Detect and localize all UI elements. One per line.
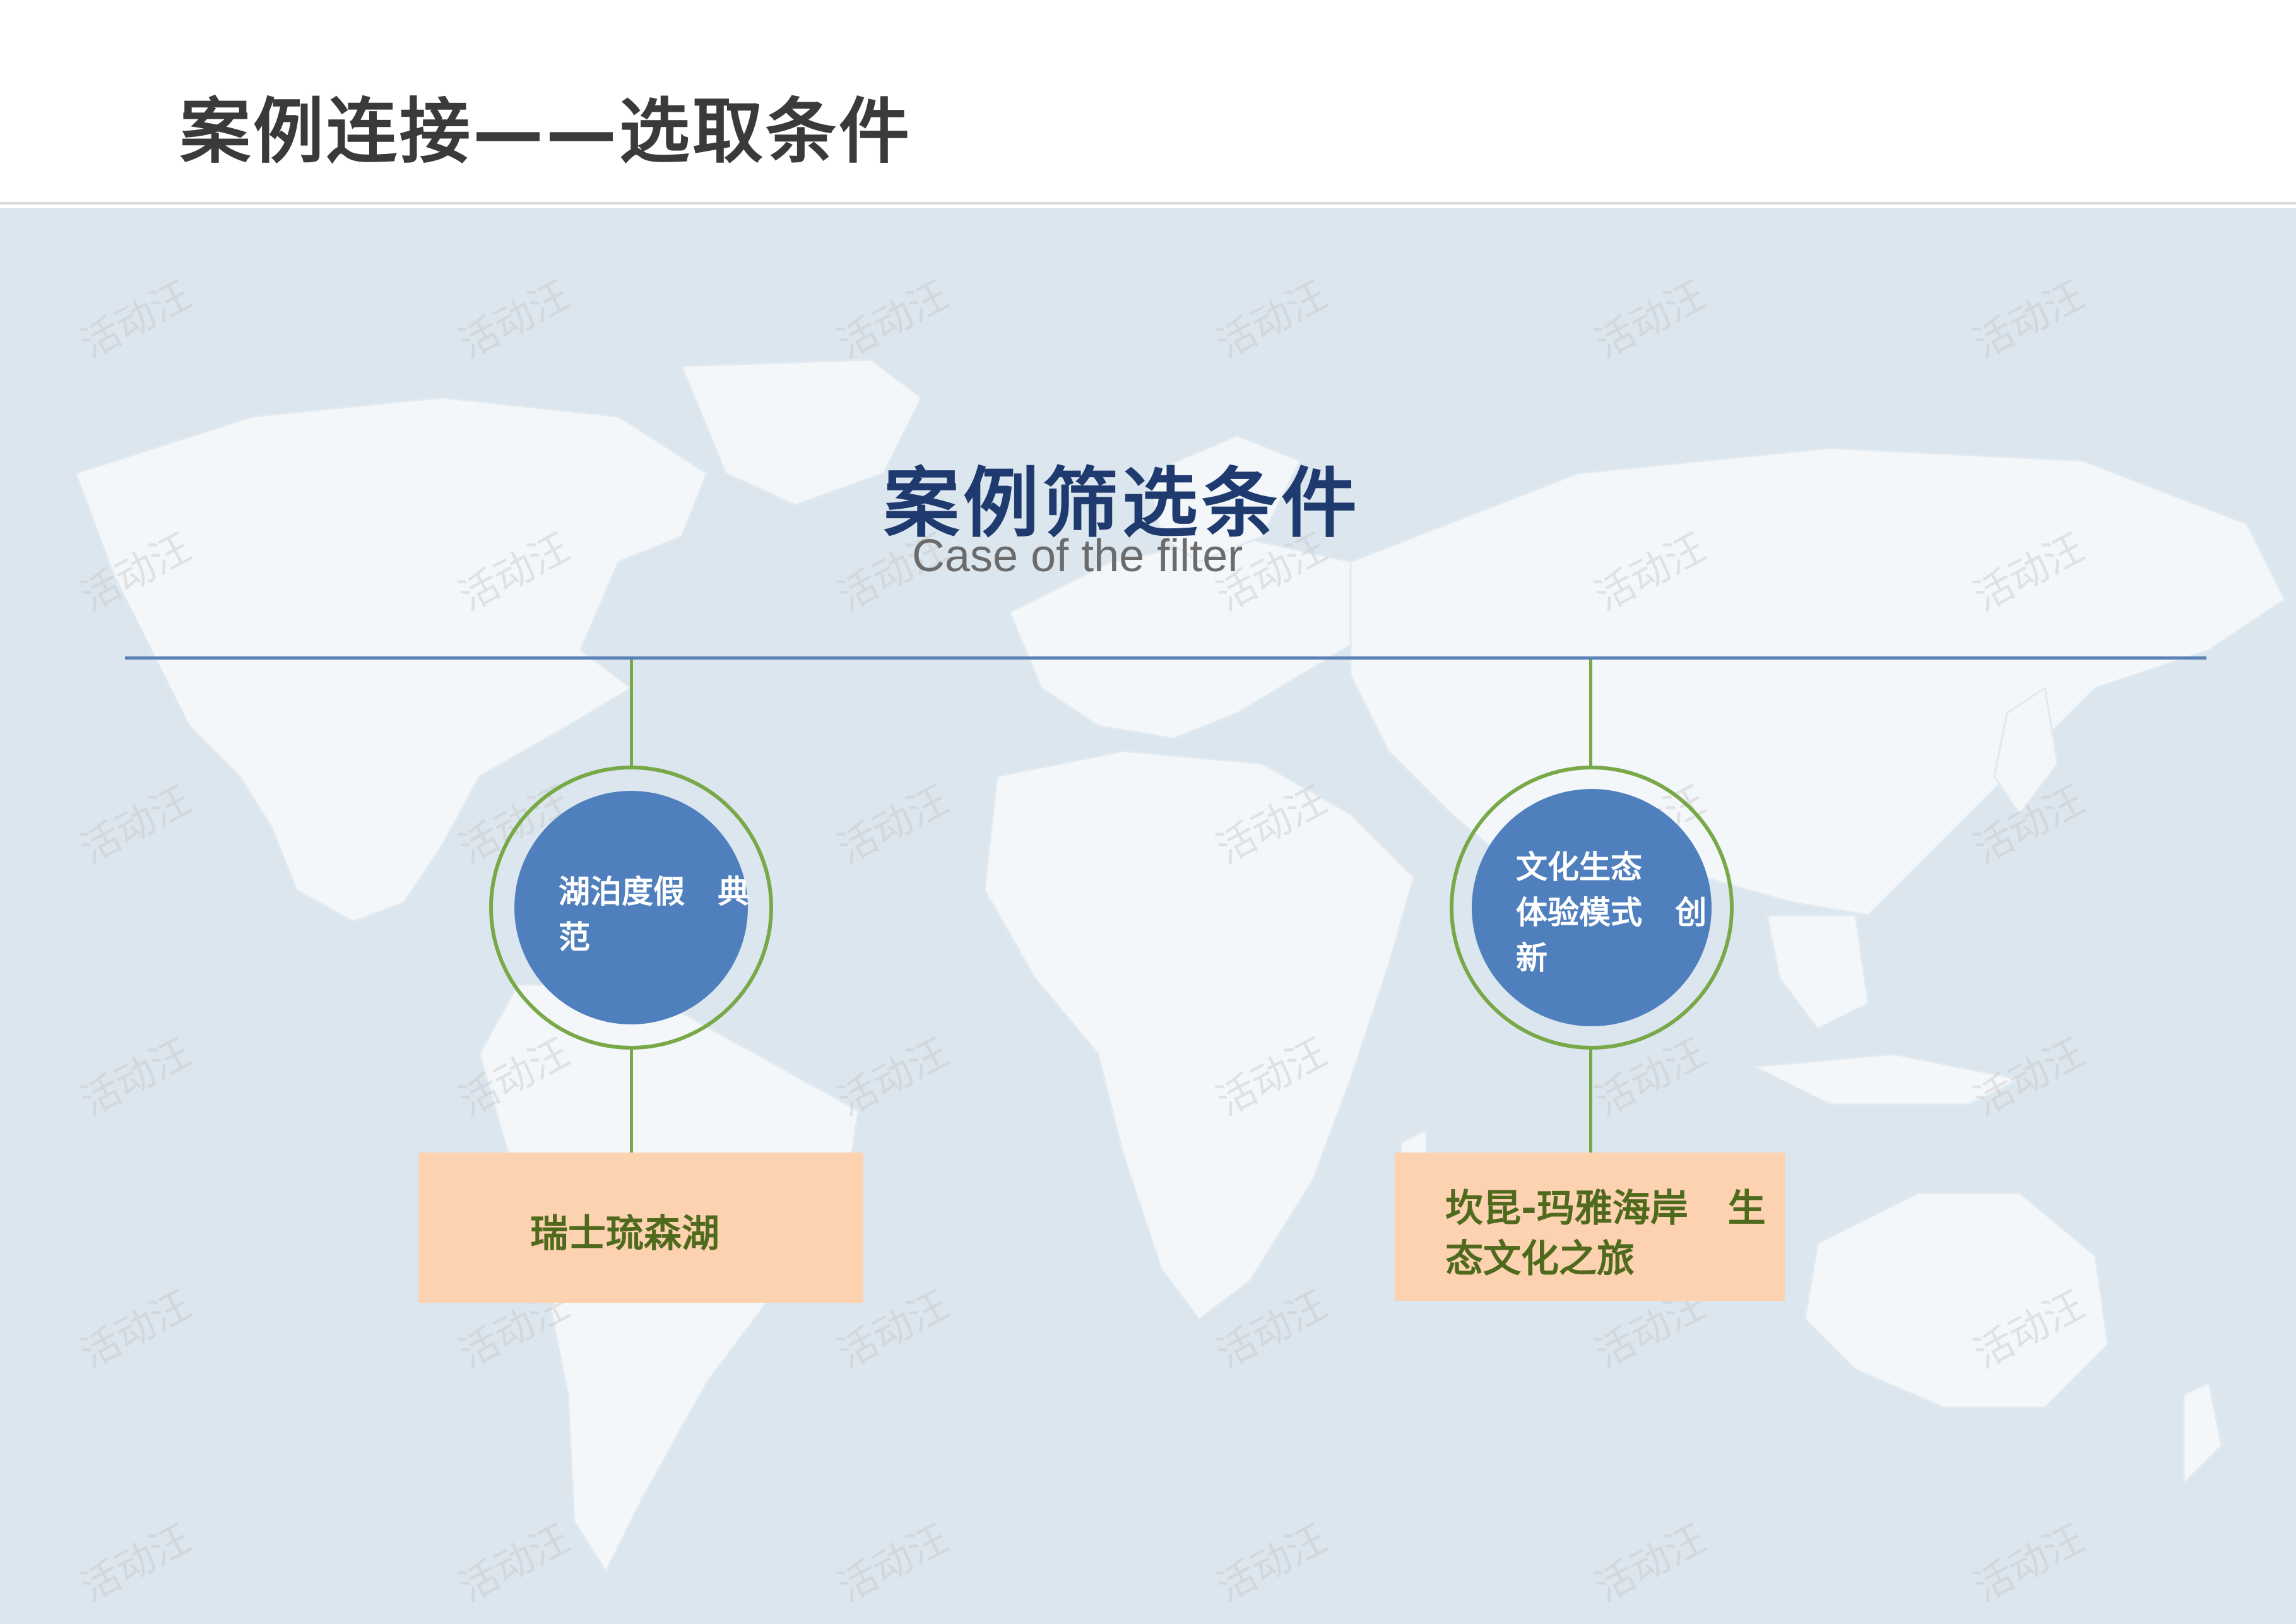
timeline-line <box>125 656 2206 660</box>
watermark: 活动汪 <box>1209 271 1334 368</box>
watermark: 活动汪 <box>1209 776 1334 873</box>
watermark: 活动汪 <box>830 1281 956 1378</box>
watermark: 活动汪 <box>1587 271 1713 368</box>
watermark: 活动汪 <box>1587 1029 1713 1125</box>
watermark: 活动汪 <box>451 271 577 368</box>
watermark: 活动汪 <box>1209 1515 1334 1611</box>
watermark: 活动汪 <box>1587 524 1713 620</box>
watermark: 活动汪 <box>73 1281 198 1378</box>
connector-line <box>1589 1050 1592 1157</box>
watermark: 活动汪 <box>1966 271 2092 368</box>
watermark: 活动汪 <box>1966 1515 2092 1611</box>
watermark: 活动汪 <box>73 524 198 620</box>
watermark: 活动汪 <box>1966 1029 2092 1125</box>
header-bar: 案例连接——选取条件 <box>0 0 2296 202</box>
watermark: 活动汪 <box>830 1029 956 1125</box>
watermark: 活动汪 <box>451 1515 577 1611</box>
watermark: 活动汪 <box>451 524 577 620</box>
world-map-icon <box>74 359 2286 1574</box>
connector-line <box>630 1050 633 1157</box>
section-subtitle: Case of the filter <box>912 531 1243 581</box>
case-box-label: 坎昆-玛雅海岸 生 态文化之旅 <box>1445 1187 1766 1281</box>
watermark: 活动汪 <box>73 1029 198 1125</box>
watermark: 活动汪 <box>1966 776 2092 873</box>
node-circle-label: 文化生态 体验模式 创 新 <box>1516 849 1707 976</box>
watermark: 活动汪 <box>830 776 956 873</box>
header-divider <box>0 202 2296 204</box>
watermark: 活动汪 <box>73 271 198 368</box>
connector-line <box>630 660 633 767</box>
connector-line <box>1589 660 1592 767</box>
watermark: 活动汪 <box>451 1029 577 1125</box>
watermark: 活动汪 <box>73 776 198 873</box>
watermark: 活动汪 <box>830 271 956 368</box>
watermark: 活动汪 <box>1966 1281 2092 1378</box>
watermark: 活动汪 <box>451 1281 577 1378</box>
case-box-label: 瑞士琉森湖 <box>530 1212 719 1256</box>
world-map-background: 活动汪 活动汪 活动汪 活动汪 活动汪 活动汪 活动汪 活动汪 活动汪 活动汪 … <box>0 208 2296 1624</box>
watermark: 活动汪 <box>73 1515 198 1611</box>
page-title: 案例连接——选取条件 <box>180 91 912 173</box>
watermark: 活动汪 <box>1966 524 2092 620</box>
watermark: 活动汪 <box>1209 1029 1334 1125</box>
watermark: 活动汪 <box>1587 1515 1713 1611</box>
watermark: 活动汪 <box>830 1515 956 1611</box>
node-circle-label: 湖泊度假 典 范 <box>559 874 750 956</box>
watermark: 活动汪 <box>1587 1281 1713 1378</box>
watermark: 活动汪 <box>1209 1281 1334 1378</box>
